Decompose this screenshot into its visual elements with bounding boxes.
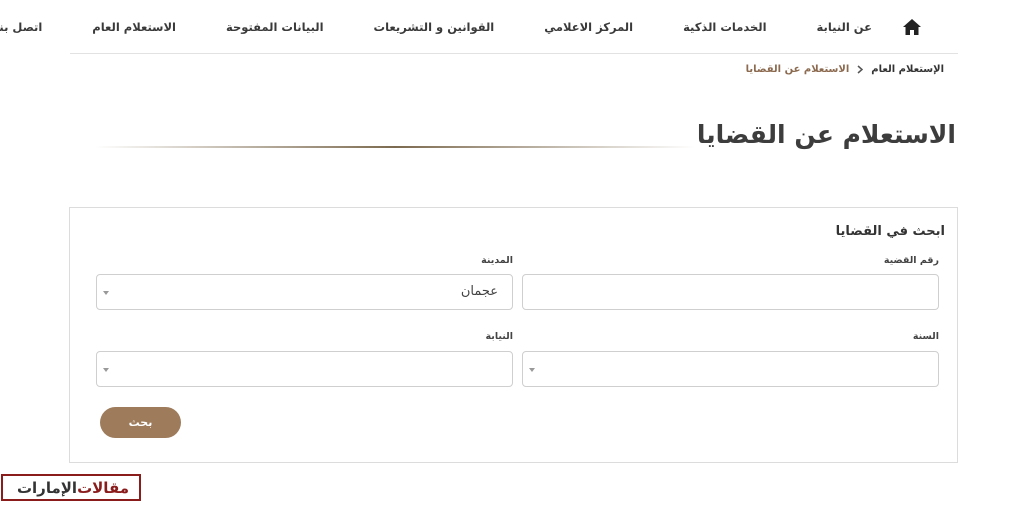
dropdown-caret-icon: [103, 368, 109, 372]
search-button[interactable]: بحث: [100, 407, 181, 438]
case-number-input[interactable]: [522, 274, 939, 310]
breadcrumb-parent[interactable]: الإستعلام العام: [871, 64, 944, 75]
breadcrumb: الإستعلام العام الاستعلام عن القضايا: [746, 63, 944, 75]
title-divider: [95, 146, 695, 148]
watermark-word-2: الإمارات: [16, 478, 78, 497]
page-title: الاستعلام عن القضايا: [696, 120, 956, 149]
year-select[interactable]: [522, 351, 939, 387]
nav-item-contact[interactable]: اتصل بنا: [0, 20, 42, 34]
watermark-word-1: مقالات: [77, 478, 130, 497]
year-label: السنة: [912, 331, 939, 342]
nav-item-laws[interactable]: القوانين و التشريعات: [374, 20, 495, 34]
prosecution-label: النيابة: [485, 331, 513, 342]
chevron-right-icon: [854, 63, 866, 75]
nav-item-about[interactable]: عن النيابة: [817, 20, 872, 34]
nav-item-media-center[interactable]: المركز الاعلامي: [544, 20, 633, 34]
dropdown-caret-icon: [529, 368, 535, 372]
nav-item-smart-services[interactable]: الخدمات الذكية: [683, 20, 766, 34]
home-icon[interactable]: [902, 15, 922, 39]
watermark-logo: مقالات الإمارات: [1, 474, 141, 501]
search-panel: ابحث في القضايا رقم القضية المدينة عجمان…: [69, 207, 958, 463]
case-number-label: رقم القضية: [883, 255, 939, 266]
prosecution-select[interactable]: [96, 351, 513, 387]
dropdown-caret-icon: [103, 291, 109, 295]
top-nav: عن النيابة الخدمات الذكية المركز الاعلام…: [0, 0, 958, 54]
breadcrumb-current: الاستعلام عن القضايا: [745, 63, 850, 75]
city-label: المدينة: [481, 255, 513, 266]
city-select[interactable]: عجمان: [96, 274, 513, 310]
search-panel-title: ابحث في القضايا: [835, 224, 945, 239]
nav-item-public-inquiry[interactable]: الاستعلام العام: [92, 20, 176, 34]
city-selected-value: عجمان: [460, 284, 498, 299]
nav-item-open-data[interactable]: البيانات المفتوحة: [226, 20, 324, 34]
